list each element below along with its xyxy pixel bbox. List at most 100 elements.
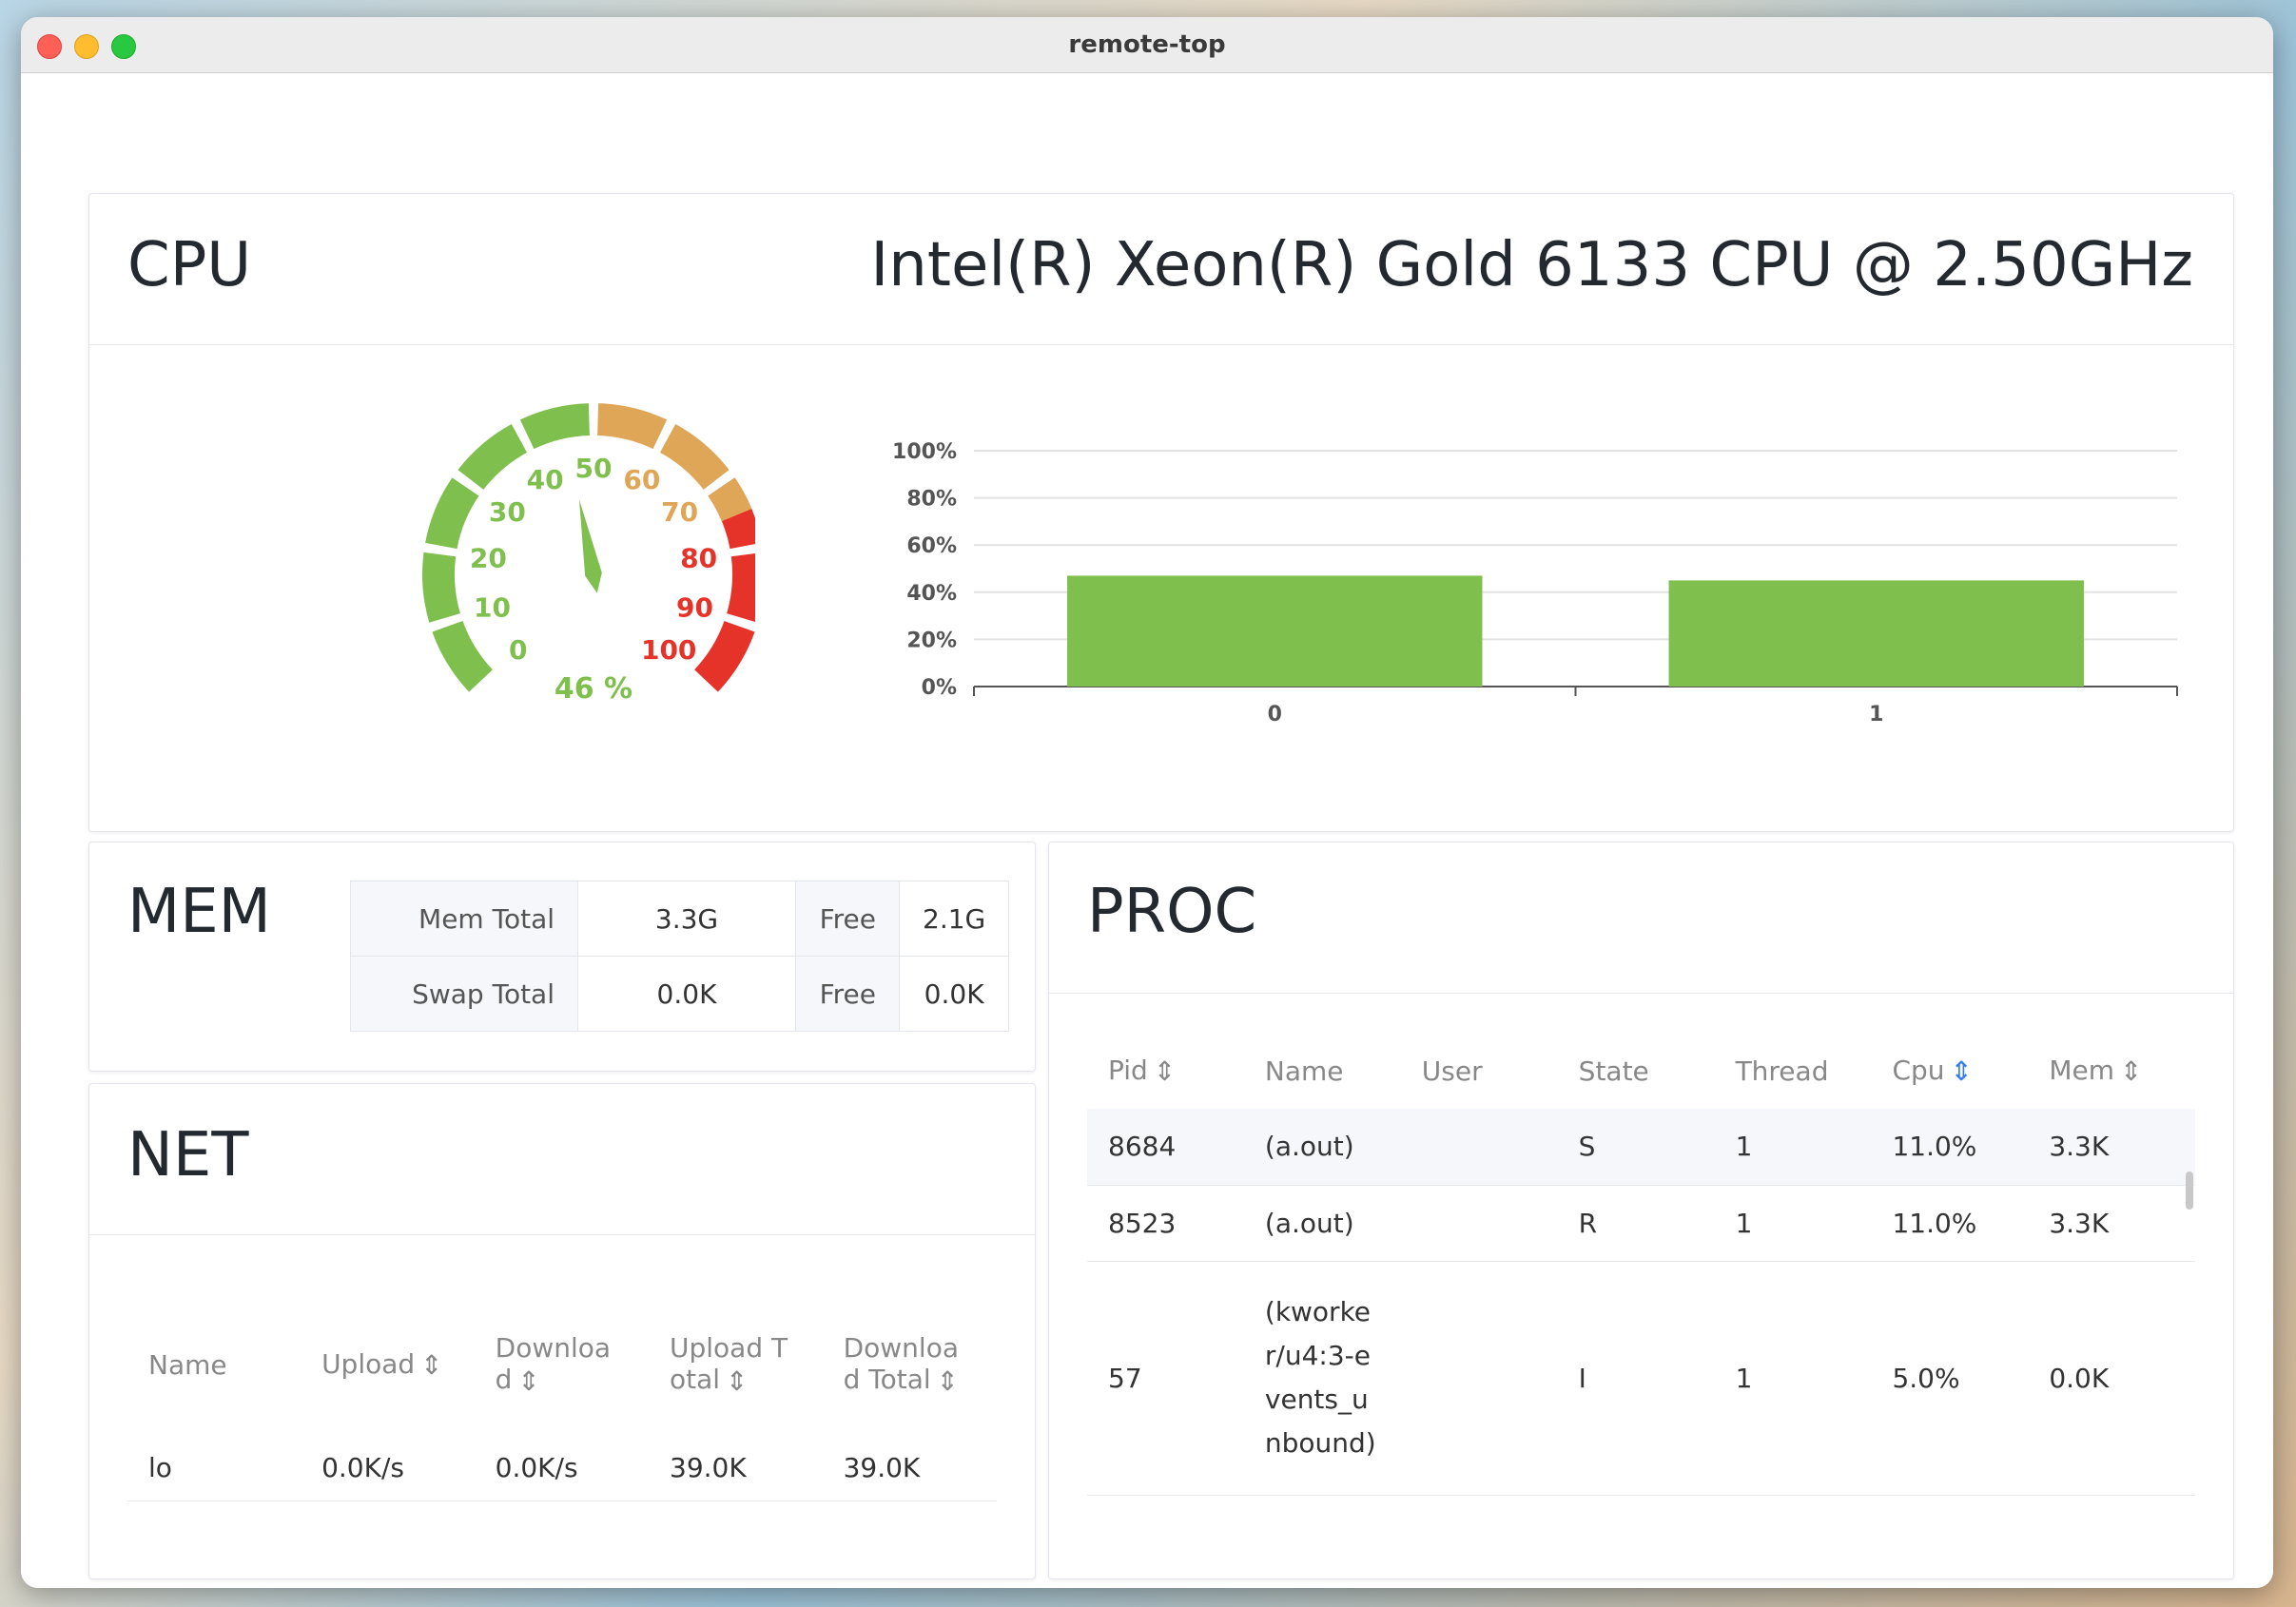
net-col-download-total[interactable]: Downloa d Total ⇕ [823,1293,997,1436]
proc-name: (a.out) [1243,1185,1401,1262]
mem-free-value: 2.1G [898,881,1010,957]
gauge-needle [579,499,602,593]
proc-col-name: Name [1264,1055,1344,1087]
gauge-segment [457,423,528,490]
swap-free-label: Free [795,956,900,1032]
bar[interactable] [1668,580,2084,687]
proc-col-pid[interactable]: Pid ⇕ [1087,1033,1244,1109]
table-row[interactable]: 8684 (a.out) S 1 11.0% 3.3K [1087,1109,2195,1186]
dashboard: CPU Intel(R) Xeon(R) Gold 6133 CPU @ 2.5… [21,73,2273,1588]
gauge-segment [425,477,479,550]
gauge-tick-label: 60 [623,464,660,495]
proc-title: PROC [1087,877,1257,947]
proc-name: (a.out) [1243,1109,1401,1186]
proc-card-header: PROC [1049,842,2233,994]
cpu-usage-gauge: 0 10 20 3040 50 6070 80 90 100 46 % [422,403,755,706]
app-window: remote-top CPU Intel(R) Xeon(R) Gold 613… [21,17,2273,1588]
proc-cpu: 11.0% [1871,1185,2029,1262]
gauge-tick-label: 90 [676,592,713,624]
proc-pid: 8684 [1087,1109,1244,1186]
gauge-segment [422,552,460,623]
cpu-core-bar-chart: 0% 20% 40% 60% 80% 100% 0 1 [892,440,2178,726]
table-row[interactable]: 8523 (a.out) R 1 11.0% 3.3K [1087,1185,2195,1262]
gauge-segment [597,403,668,450]
gauge-value-label: 46 % [555,672,632,706]
gauge-tick-label: 70 [661,496,698,528]
gauge-segment [694,621,755,692]
proc-state: I [1557,1261,1715,1496]
y-tick-label: 0% [922,676,957,700]
title-bar: remote-top [21,17,2273,73]
net-card-header: NET [89,1084,1035,1235]
net-col-name: Name [148,1348,227,1381]
proc-user [1400,1185,1558,1262]
swap-total-value: 0.0K [577,956,796,1032]
gauge-tick-label: 50 [575,453,613,484]
proc-pid: 8523 [1087,1185,1244,1262]
cpu-card: CPU Intel(R) Xeon(R) Gold 6133 CPU @ 2.5… [88,193,2234,832]
swap-row: Swap Total 0.0K Free 0.0K [350,956,1010,1032]
mem-table: Mem Total 3.3G Free 2.1G Swap Total 0.0K… [350,881,1010,1032]
gauge-segment [659,423,730,490]
y-tick-label: 40% [906,582,957,606]
mem-title: MEM [127,877,271,947]
proc-col-thread: Thread [1735,1055,1829,1087]
proc-card: PROC Pid ⇕ Name User State Thread Cpu ⇕ Me… [1048,842,2234,1579]
proc-thread: 1 [1714,1109,1872,1186]
net-row-download-total: 39.0K [822,1436,997,1501]
gauge-tick-label: 0 [509,634,527,666]
gauge-tick-label: 100 [641,634,696,666]
net-card: NET Name Upload ⇕ Downloa d ⇕ Upload T ota… [88,1083,1036,1579]
net-title: NET [127,1120,249,1191]
table-row[interactable]: 57 (kworker/u4:3-events_unbound) I 1 5.0… [1087,1261,2195,1496]
y-tick-label: 20% [906,629,957,652]
net-col-upload-total[interactable]: Upload T otal ⇕ [649,1293,823,1436]
swap-free-value: 0.0K [898,956,1010,1032]
y-tick-label: 60% [906,534,957,558]
proc-scrollbar[interactable] [2186,1171,2193,1210]
proc-thread: 1 [1714,1185,1872,1262]
proc-mem: 3.3K [2028,1185,2195,1262]
x-tick-label: 1 [1869,703,1883,726]
net-row-name: lo [127,1436,302,1501]
table-row: lo 0.0K/s 0.0K/s 39.0K 39.0K [127,1436,997,1501]
gauge-segment [432,621,493,692]
sort-icon[interactable]: ⇕ [420,1349,442,1381]
gauge-tick-label: 10 [474,592,511,624]
gauge-segment [727,552,755,622]
mem-total-label: Mem Total [350,881,578,957]
proc-state: R [1557,1185,1715,1262]
bar[interactable] [1067,575,1483,687]
mem-total-value: 3.3G [577,881,796,957]
proc-col-mem[interactable]: Mem ⇕ [2028,1033,2195,1109]
proc-user [1400,1261,1558,1496]
proc-table: Pid ⇕ Name User State Thread Cpu ⇕ Mem ⇕ 86… [1087,1033,2195,1496]
proc-name: (kworker/u4:3-events_unbound) [1243,1261,1401,1496]
net-col-upload[interactable]: Upload ⇕ [301,1293,475,1436]
gauge-segment [519,403,590,450]
sort-icon[interactable]: ⇕ [1154,1055,1176,1087]
proc-user [1400,1109,1558,1186]
sort-icon[interactable]: ⇕ [937,1365,959,1397]
proc-pid: 57 [1087,1261,1244,1496]
net-col-download[interactable]: Downloa d ⇕ [475,1293,649,1436]
sort-icon[interactable]: ⇕ [726,1365,748,1397]
gauge-tick-label: 80 [680,542,717,573]
sort-desc-icon[interactable]: ⇕ [1951,1055,1973,1087]
sort-icon[interactable]: ⇕ [2120,1055,2142,1087]
proc-thread: 1 [1714,1261,1872,1496]
proc-col-state: State [1578,1055,1649,1087]
sort-icon[interactable]: ⇕ [517,1365,539,1397]
net-row-upload-total: 39.0K [649,1436,823,1501]
proc-col-user: User [1421,1055,1483,1087]
y-tick-label: 80% [906,488,957,512]
gauge-tick-label: 30 [489,496,526,528]
net-header-row: Name Upload ⇕ Downloa d ⇕ Upload T otal ⇕ D… [127,1293,997,1436]
proc-state: S [1557,1109,1715,1186]
gauge-tick-label: 20 [470,542,507,573]
y-tick-label: 100% [892,440,957,464]
net-row-download: 0.0K/s [474,1436,649,1501]
net-table: Name Upload ⇕ Downloa d ⇕ Upload T otal ⇕ D… [127,1293,997,1501]
mem-card: MEM Mem Total 3.3G Free 2.1G Swap Total … [88,842,1036,1072]
proc-col-cpu[interactable]: Cpu ⇕ [1871,1033,2028,1109]
